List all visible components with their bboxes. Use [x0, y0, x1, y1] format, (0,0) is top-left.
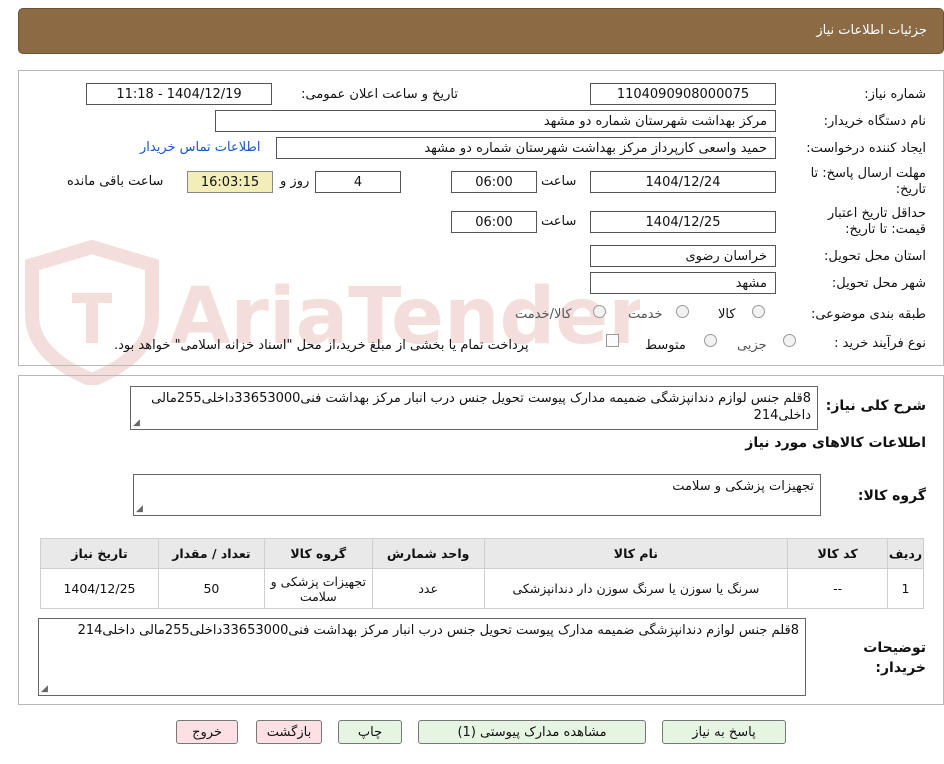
col-name: نام کالا [483, 538, 789, 569]
treasury-checkbox[interactable] [606, 334, 619, 347]
exit-button[interactable]: خروج [176, 720, 238, 744]
deadline-time-field: 06:00 [451, 171, 537, 193]
goods-info-heading: اطلاعات کالاهای مورد نیاز [745, 435, 926, 451]
page-header: جزئیات اطلاعات نیاز [18, 8, 944, 54]
city-field: مشهد [590, 272, 776, 294]
process-radio-medium[interactable] [704, 334, 717, 347]
cell-unit: عدد [371, 568, 485, 609]
category-option-service: خدمت [628, 307, 663, 322]
reply-button[interactable]: پاسخ به نیاز [662, 720, 786, 744]
process-label: نوع فرآیند خرید : [834, 336, 926, 351]
page-title: جزئیات اطلاعات نیاز [816, 23, 927, 38]
cell-row: 1 [887, 568, 924, 609]
resize-grip-icon[interactable]: ◢ [136, 505, 143, 514]
goods-group-label: گروه کالا: [857, 488, 926, 504]
cell-date: 1404/12/25 [40, 568, 159, 609]
buyer-org-field: مرکز بهداشت شهرستان شماره دو مشهد [215, 110, 776, 132]
col-unit: واحد شمارش [371, 538, 485, 569]
category-radio-service[interactable] [676, 305, 689, 318]
announce-field: 1404/12/19 - 11:18 [86, 83, 272, 105]
general-desc-text: 8قلم جنس لوازم دندانپزشگی ضمیمه مدارک پی… [151, 391, 811, 423]
resize-grip-icon[interactable]: ◢ [41, 685, 48, 694]
col-date: تاریخ نیاز [40, 538, 159, 569]
cell-name: سرنگ یا سوزن یا سرنگ سوزن دار دندانپزشکی [483, 568, 789, 609]
remaining-label: ساعت باقی مانده [67, 174, 164, 189]
category-option-goods-service: کالا/خدمت [515, 307, 572, 322]
category-option-goods: کالا [718, 307, 736, 322]
general-desc-label: شرح کلی نیاز: [825, 398, 926, 414]
view-attachments-button[interactable]: مشاهده مدارک پیوستی (1) [418, 720, 646, 744]
announce-label: تاریخ و ساعت اعلان عمومی: [301, 87, 458, 102]
deadline-time-label: ساعت [541, 174, 577, 189]
deadline-label: مهلت ارسال پاسخ: تا تاریخ: [810, 166, 926, 197]
need-number-field: 1104090908000075 [590, 83, 776, 105]
province-label: استان محل تحویل: [824, 249, 926, 264]
deadline-date-field: 1404/12/24 [590, 171, 776, 193]
process-option-minor: جزیی [737, 338, 767, 353]
valid-date-field: 1404/12/25 [590, 211, 776, 233]
col-row: ردیف [887, 538, 924, 569]
category-radio-goods[interactable] [752, 305, 765, 318]
category-label: طبقه بندی موضوعی: [810, 307, 926, 322]
cell-group: تجهیزات پزشکی و سلامت [263, 568, 373, 609]
remaining-time-field: 16:03:15 [187, 171, 273, 193]
buyer-notes-textarea[interactable]: 8قلم جنس لوازم دندانپزشگی ضمیمه مدارک پی… [38, 618, 806, 696]
process-radio-minor[interactable] [783, 334, 796, 347]
process-option-medium: متوسط [645, 338, 686, 353]
valid-time-field: 06:00 [451, 211, 537, 233]
col-group: گروه کالا [263, 538, 373, 569]
goods-group-textarea[interactable]: تجهیزات پزشکی و سلامت ◢ [133, 474, 821, 516]
days-field: 4 [315, 171, 401, 193]
print-button[interactable]: چاپ [338, 720, 402, 744]
buyer-org-label: نام دستگاه خریدار: [823, 114, 926, 129]
cell-qty: 50 [157, 568, 265, 609]
city-label: شهر محل تحویل: [831, 276, 926, 291]
valid-time-label: ساعت [541, 214, 577, 229]
requester-label: ایجاد کننده درخواست: [806, 141, 926, 156]
province-field: خراسان رضوی [590, 245, 776, 267]
resize-grip-icon[interactable]: ◢ [133, 419, 140, 428]
requester-field: حمید واسعی کارپرداز مرکز بهداشت شهرستان … [276, 137, 776, 159]
col-qty: تعداد / مقدار [157, 538, 265, 569]
items-table-header: ردیف کد کالا نام کالا واحد شمارش گروه کا… [40, 538, 924, 569]
cell-code: -- [787, 568, 889, 609]
category-radio-goods-service[interactable] [593, 305, 606, 318]
days-and-label: روز و [280, 174, 310, 189]
buyer-contact-link[interactable]: اطلاعات تماس خریدار [140, 140, 260, 155]
payment-note: پرداخت تمام یا بخشی از مبلغ خرید،از محل … [114, 338, 529, 353]
min-valid-label: حداقل تاریخ اعتبار قیمت: تا تاریخ: [827, 206, 926, 237]
back-button[interactable]: بازگشت [256, 720, 322, 744]
buyer-notes-label: توضیحات خریدار: [863, 640, 926, 676]
items-table: ردیف کد کالا نام کالا واحد شمارش گروه کا… [40, 538, 924, 609]
goods-group-text: تجهیزات پزشکی و سلامت [672, 479, 814, 494]
items-table-wrapper: ردیف کد کالا نام کالا واحد شمارش گروه کا… [40, 538, 924, 609]
buyer-notes-text: 8قلم جنس لوازم دندانپزشگی ضمیمه مدارک پی… [77, 623, 799, 638]
col-code: کد کالا [787, 538, 889, 569]
general-desc-textarea[interactable]: 8قلم جنس لوازم دندانپزشگی ضمیمه مدارک پی… [130, 386, 818, 430]
need-number-label: شماره نیاز: [864, 87, 926, 102]
table-row: 1 -- سرنگ یا سوزن یا سرنگ سوزن دار دندان… [40, 568, 924, 609]
